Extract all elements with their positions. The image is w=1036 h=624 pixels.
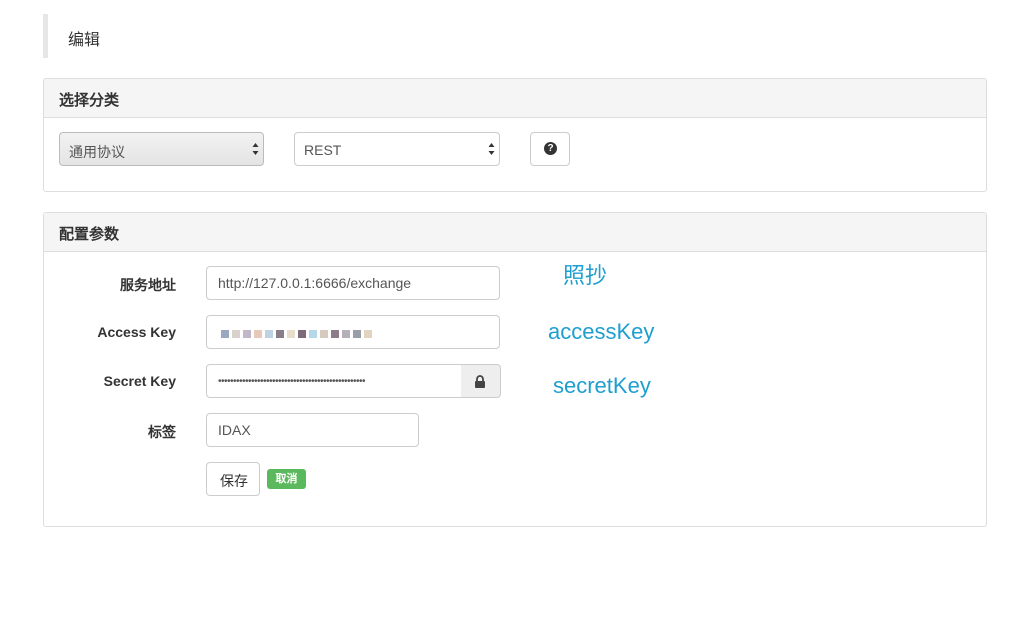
tag-value: IDAX — [218, 422, 251, 438]
type-select[interactable]: REST — [294, 132, 500, 166]
page-header: 编辑 — [43, 14, 343, 58]
secret-key-value: ••••••••••••••••••••••••••••••••••••••••… — [218, 376, 366, 387]
access-key-redacted-value — [221, 325, 375, 339]
select-arrows-icon — [252, 143, 259, 155]
config-panel-title: 配置参数 — [59, 226, 120, 243]
access-key-label: Access Key — [97, 324, 176, 340]
type-select-value: REST — [304, 142, 342, 158]
save-button[interactable]: 保存 — [206, 462, 260, 496]
category-panel-title: 选择分类 — [59, 92, 120, 109]
lock-icon — [475, 375, 485, 388]
protocol-select-value: 通用协议 — [69, 144, 125, 160]
page-title: 编辑 — [68, 32, 101, 49]
config-panel-heading: 配置参数 — [44, 213, 986, 252]
secret-key-input[interactable]: ••••••••••••••••••••••••••••••••••••••••… — [206, 364, 462, 398]
config-panel: 配置参数 服务地址 http://127.0.0.1:6666/exchange… — [43, 212, 987, 527]
secret-key-label: Secret Key — [103, 373, 176, 389]
service-address-value: http://127.0.0.1:6666/exchange — [218, 275, 412, 291]
save-button-label: 保存 — [220, 473, 248, 489]
secret-key-annotation: secretKey — [553, 373, 651, 398]
select-arrows-icon — [488, 143, 495, 155]
service-address-input[interactable]: http://127.0.0.1:6666/exchange — [206, 266, 500, 300]
question-circle-icon: ? — [544, 142, 557, 155]
secret-key-toggle[interactable] — [461, 364, 501, 398]
tag-label: 标签 — [148, 424, 176, 440]
protocol-select[interactable]: 通用协议 — [59, 132, 264, 166]
category-panel: 选择分类 通用协议 REST ? — [43, 78, 987, 192]
cancel-button[interactable]: 取消 — [267, 469, 306, 489]
tag-input[interactable]: IDAX — [206, 413, 419, 447]
help-button[interactable]: ? — [530, 132, 570, 166]
access-key-annotation: accessKey — [548, 319, 655, 344]
access-key-input[interactable] — [206, 315, 500, 349]
copy-annotation: 照抄 — [563, 263, 608, 288]
category-panel-heading: 选择分类 — [44, 79, 986, 118]
service-address-label: 服务地址 — [120, 277, 176, 293]
